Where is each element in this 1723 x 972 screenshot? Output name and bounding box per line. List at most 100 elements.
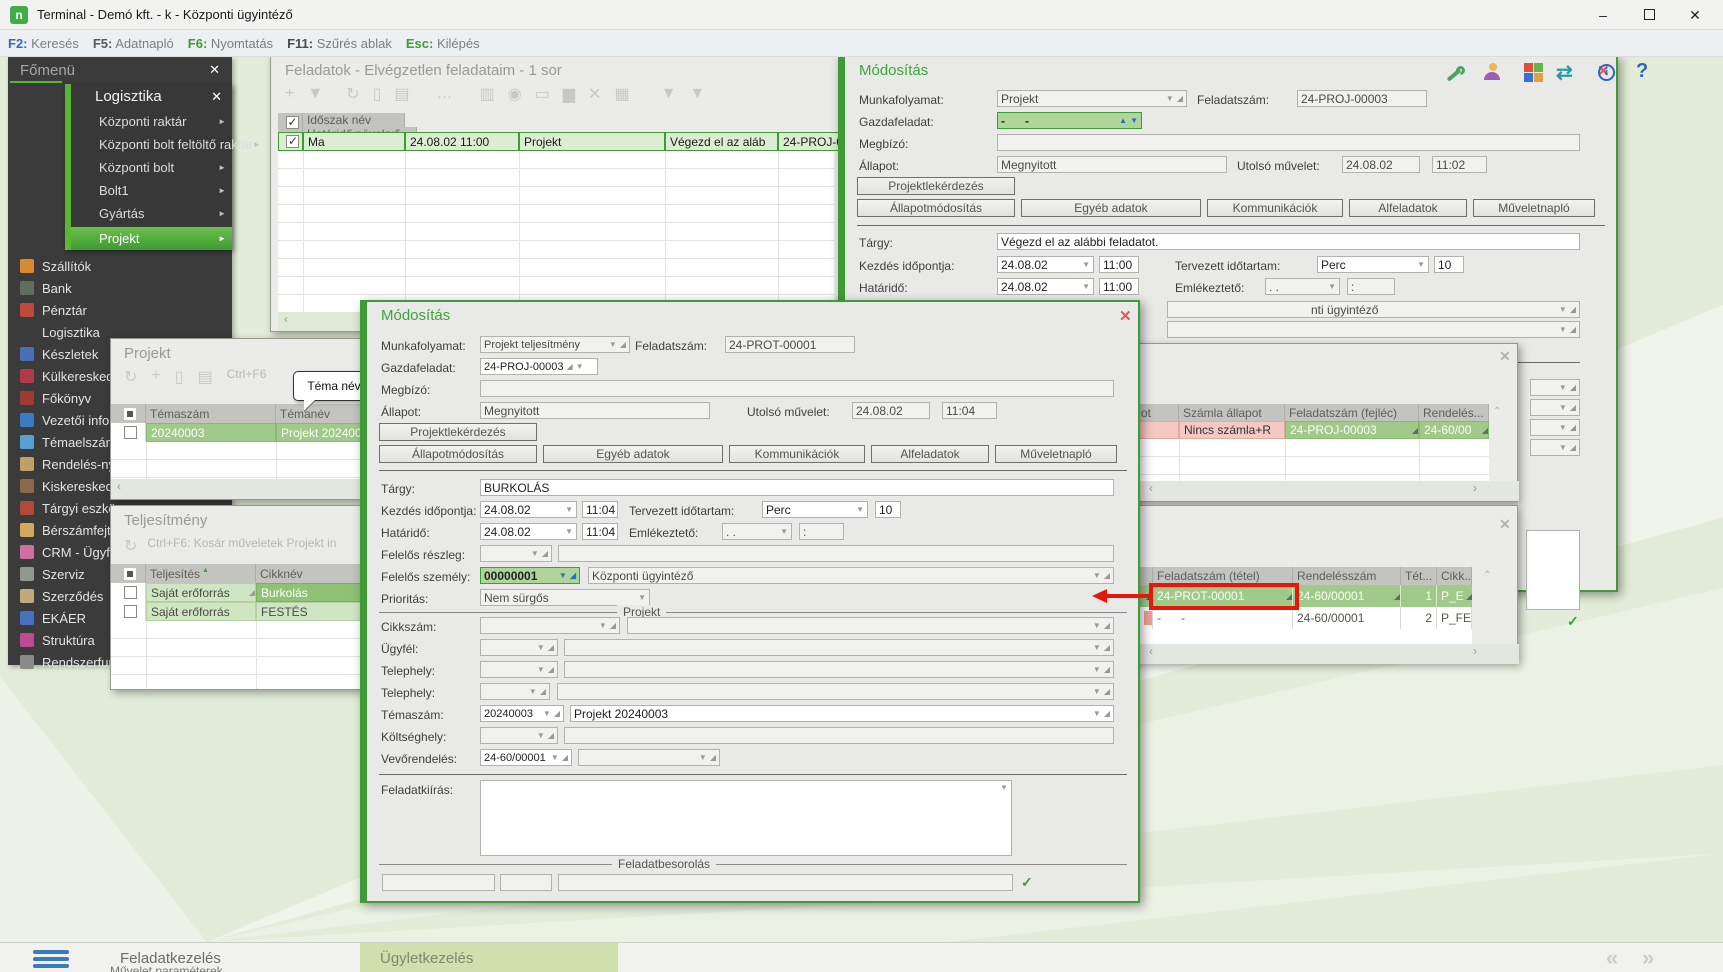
submenu-item[interactable]: Központi raktár► bbox=[71, 110, 232, 133]
customer-name-field[interactable]: ▼◢ bbox=[564, 639, 1114, 656]
toolbar-icon[interactable]: + bbox=[285, 85, 294, 103]
toolbar-icon[interactable]: ▦ bbox=[614, 84, 629, 104]
field-end[interactable]: ▼◢ bbox=[1530, 419, 1580, 436]
window-close-icon[interactable]: ✕ bbox=[1499, 516, 1511, 533]
nav-back-icon[interactable]: « bbox=[1606, 945, 1618, 971]
menu-hamburger-icon[interactable] bbox=[33, 950, 69, 971]
project-row[interactable]: 20240003 Projekt 202400 bbox=[111, 423, 363, 442]
sidebar-item[interactable]: Szállítók bbox=[8, 255, 232, 277]
performance-row-selected[interactable]: Saját erőforrás◢ Burkolás bbox=[111, 583, 363, 602]
client-field[interactable] bbox=[480, 380, 1114, 397]
window-close-icon[interactable]: ✕ bbox=[1499, 348, 1511, 365]
project-query-button[interactable]: Projektlekérdezés bbox=[857, 177, 1015, 195]
shortcut-item[interactable]: F11: Szűrés ablak bbox=[287, 36, 392, 51]
field-end[interactable]: ▼◢ bbox=[1530, 399, 1580, 416]
print-icon[interactable]: ▤ bbox=[198, 367, 213, 387]
site-name-field[interactable]: ▼◢ bbox=[564, 661, 1114, 678]
start-date-select[interactable]: 24.08.02▼ bbox=[997, 256, 1094, 273]
scroll-up-icon[interactable]: ⌃ bbox=[1483, 570, 1491, 581]
select-all-checkbox[interactable] bbox=[111, 404, 146, 423]
tab-ugyletkezeles[interactable]: Ügyletkezelés bbox=[360, 943, 618, 972]
user-icon[interactable] bbox=[1484, 63, 1502, 83]
reminder-time-field[interactable]: : bbox=[1347, 278, 1395, 295]
cost-center-select[interactable]: ▼◢ bbox=[480, 727, 558, 744]
dialog-button[interactable]: Állapotmódosítás bbox=[379, 445, 537, 463]
deadline-time-field[interactable]: 11:04 bbox=[582, 523, 618, 540]
submenu-item[interactable]: Bolt1► bbox=[71, 179, 232, 202]
dialog-button[interactable]: Műveletnapló bbox=[1473, 199, 1595, 217]
column-header[interactable]: Időszak név bbox=[303, 113, 405, 127]
shortcut-item[interactable]: F5: Adatnapló bbox=[93, 36, 174, 51]
classification-field-3[interactable] bbox=[558, 874, 1013, 891]
info-icon[interactable]: i bbox=[1598, 64, 1615, 81]
cost-center-name-field[interactable] bbox=[564, 727, 1114, 744]
responsible-person-field[interactable]: nti ügyintéző▼◢ bbox=[1167, 301, 1580, 318]
classification-field-1[interactable] bbox=[382, 874, 495, 891]
workflow-select[interactable]: Projekt▼◢ bbox=[997, 90, 1187, 107]
toolbar-icon[interactable]: ▯ bbox=[373, 84, 382, 104]
toolbar-icon[interactable]: ▼ bbox=[661, 85, 677, 103]
column-header[interactable]: Feladatszám (fejléc) bbox=[1285, 404, 1419, 421]
client-field[interactable] bbox=[997, 134, 1580, 151]
start-date-select[interactable]: 24.08.02▼ bbox=[480, 501, 577, 518]
duration-unit-select[interactable]: Perc▼ bbox=[1317, 256, 1429, 273]
sidebar-item[interactable]: Bank bbox=[8, 277, 232, 299]
shortcut-item[interactable]: F2: Keresés bbox=[8, 36, 79, 51]
project-query-button[interactable]: Projektlekérdezés bbox=[379, 423, 537, 441]
column-header[interactable]: Cikknév bbox=[256, 564, 363, 583]
toolbar-icon[interactable]: ▭ bbox=[535, 84, 550, 104]
dialog-button[interactable]: Állapotmódosítás bbox=[857, 199, 1015, 217]
submenu-item-selected[interactable]: Projekt► bbox=[71, 227, 232, 250]
customer-order-select[interactable]: 24-60/00001▼◢ bbox=[480, 749, 572, 766]
deadline-time-field[interactable]: 11:00 bbox=[1099, 278, 1139, 295]
column-header[interactable]: Tét... bbox=[1401, 567, 1437, 585]
refresh-icon[interactable]: ↻ bbox=[124, 367, 137, 387]
topic-name-field[interactable]: Projekt 20240003▼◢ bbox=[570, 705, 1114, 722]
select-all-checkbox[interactable] bbox=[278, 113, 303, 132]
reminder-date-select[interactable]: . .▼ bbox=[1265, 278, 1340, 295]
toolbar-icon[interactable]: ▤ bbox=[394, 84, 409, 104]
subject-field[interactable]: BURKOLÁS bbox=[480, 479, 1114, 496]
field-end[interactable]: ▼◢ bbox=[1530, 439, 1580, 456]
dialog-button[interactable]: Kommunikációk bbox=[729, 445, 865, 463]
submenu-close-icon[interactable]: ✕ bbox=[211, 89, 222, 105]
department-name-field[interactable] bbox=[558, 545, 1114, 562]
minimize-button[interactable]: – bbox=[1588, 4, 1618, 26]
customer-order2-select[interactable]: ▼◢ bbox=[578, 749, 720, 766]
item-name-field[interactable]: ▼◢ bbox=[627, 617, 1114, 634]
toolbar-icon[interactable]: … bbox=[437, 85, 453, 103]
department-field[interactable]: ▼◢ bbox=[1167, 321, 1580, 338]
row-checkbox[interactable] bbox=[111, 583, 146, 602]
modules-icon[interactable] bbox=[1524, 63, 1543, 82]
classification-field-2[interactable] bbox=[500, 874, 552, 891]
column-header[interactable]: Rendelésszám bbox=[1293, 567, 1401, 585]
dialog-button[interactable]: Műveletnapló bbox=[995, 445, 1117, 463]
row-checkbox[interactable] bbox=[111, 602, 146, 621]
department-select[interactable]: ▼◢ bbox=[480, 545, 552, 562]
deadline-date-select[interactable]: 24.08.02▼ bbox=[997, 278, 1094, 295]
item-row[interactable]: - - 24-60/00001 2 P_FES bbox=[1129, 607, 1472, 629]
toolbar-icon[interactable]: ▆ bbox=[563, 84, 575, 104]
description-textarea[interactable]: ▼ bbox=[480, 780, 1012, 856]
dialog-button[interactable]: Alfeladatok bbox=[871, 445, 989, 463]
field-end[interactable]: ▼◢ bbox=[1530, 379, 1580, 396]
site-select[interactable]: ▼◢ bbox=[480, 661, 558, 678]
parent-task-select[interactable]: - -▲▼ bbox=[997, 112, 1142, 129]
delete-icon[interactable]: ▯ bbox=[175, 367, 184, 387]
confirm-check-icon[interactable]: ✓ bbox=[1021, 874, 1033, 891]
site2-name-field[interactable]: ▼◢ bbox=[557, 683, 1114, 700]
dialog-button[interactable]: Kommunikációk bbox=[1207, 199, 1343, 217]
column-header[interactable]: Számla állapot bbox=[1179, 404, 1285, 421]
close-button[interactable]: ✕ bbox=[1680, 4, 1710, 26]
dialog-close-icon[interactable]: ✕ bbox=[1119, 307, 1132, 325]
deadline-date-select[interactable]: 24.08.02▼ bbox=[480, 523, 577, 540]
help-icon[interactable]: ? bbox=[1636, 60, 1648, 83]
subject-field[interactable]: Végezd el az alábbi feladatot. bbox=[997, 233, 1580, 250]
toolbar-icon[interactable]: ◉ bbox=[508, 84, 522, 104]
dialog-button[interactable]: Egyéb adatok bbox=[543, 445, 723, 463]
toolbar-icon[interactable]: ▼ bbox=[307, 85, 323, 103]
start-time-field[interactable]: 11:00 bbox=[1099, 256, 1139, 273]
column-header[interactable]: Témaszám bbox=[146, 404, 276, 423]
column-header[interactable]: Cikk... bbox=[1437, 567, 1472, 585]
toolbar-icon[interactable]: ▼ bbox=[689, 85, 705, 103]
